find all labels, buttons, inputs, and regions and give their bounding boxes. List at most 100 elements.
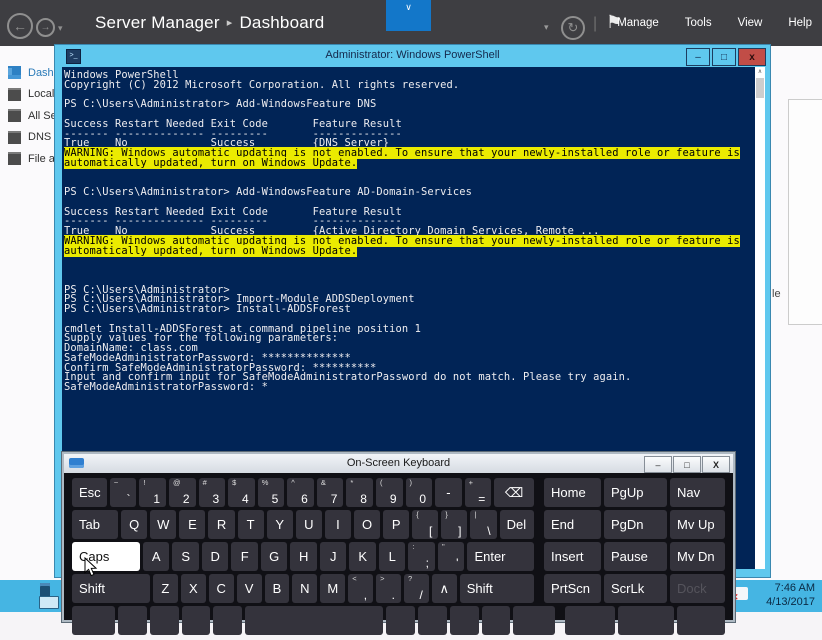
menu-manage[interactable]: Manage bbox=[617, 17, 659, 29]
key-P[interactable]: P bbox=[383, 510, 409, 539]
key-E[interactable]: E bbox=[179, 510, 205, 539]
key-Enter[interactable]: Enter bbox=[467, 542, 534, 571]
key-L[interactable]: L bbox=[379, 542, 406, 571]
key-Mv Dn[interactable]: Mv Dn bbox=[670, 542, 725, 571]
key-H[interactable]: H bbox=[290, 542, 317, 571]
key-,[interactable]: <, bbox=[348, 574, 373, 603]
key-9[interactable]: (9 bbox=[376, 478, 403, 507]
key-V[interactable]: V bbox=[237, 574, 262, 603]
key-M[interactable]: M bbox=[320, 574, 345, 603]
key-S[interactable]: S bbox=[172, 542, 199, 571]
key-[[interactable]: {[ bbox=[412, 510, 438, 539]
key-PrtScn[interactable]: PrtScn bbox=[544, 574, 601, 603]
key-0[interactable]: )0 bbox=[406, 478, 433, 507]
key-6[interactable]: ^6 bbox=[287, 478, 314, 507]
key-K[interactable]: K bbox=[349, 542, 376, 571]
key-Dock[interactable]: Dock bbox=[670, 574, 725, 603]
caps-key[interactable]: Caps bbox=[72, 542, 140, 571]
menu-view[interactable]: View bbox=[738, 17, 763, 29]
key-W[interactable]: W bbox=[150, 510, 176, 539]
up-arrow-key[interactable]: ∧ bbox=[432, 574, 457, 603]
key-ScrLk[interactable]: ScrLk bbox=[604, 574, 667, 603]
notifications-caret-icon[interactable]: ▾ bbox=[544, 22, 549, 33]
menu-tools[interactable]: Tools bbox=[685, 17, 712, 29]
key-Del[interactable]: Del bbox=[500, 510, 534, 539]
breadcrumb-root[interactable]: Server Manager bbox=[95, 13, 220, 32]
key-/[interactable]: ?/ bbox=[404, 574, 429, 603]
backspace-key[interactable]: ⌫ bbox=[494, 478, 534, 507]
key-blank[interactable] bbox=[182, 606, 211, 635]
menu-help[interactable]: Help bbox=[788, 17, 812, 29]
key-blank[interactable] bbox=[450, 606, 479, 635]
key-blank[interactable] bbox=[213, 606, 242, 635]
key-Shift[interactable]: Shift bbox=[72, 574, 150, 603]
key-F[interactable]: F bbox=[231, 542, 258, 571]
key-Tab[interactable]: Tab bbox=[72, 510, 118, 539]
key-End[interactable]: End bbox=[544, 510, 601, 539]
key--[interactable]: - bbox=[435, 478, 462, 507]
key-Home[interactable]: Home bbox=[544, 478, 601, 507]
key-C[interactable]: C bbox=[209, 574, 234, 603]
key-Q[interactable]: Q bbox=[121, 510, 147, 539]
key-I[interactable]: I bbox=[325, 510, 351, 539]
key-Z[interactable]: Z bbox=[153, 574, 178, 603]
minimize-button[interactable]: – bbox=[686, 48, 710, 66]
key-8[interactable]: *8 bbox=[346, 478, 373, 507]
powershell-titlebar[interactable]: >_ Administrator: Windows PowerShell – □… bbox=[55, 45, 770, 67]
key-T[interactable]: T bbox=[238, 510, 264, 539]
key-.[interactable]: >. bbox=[376, 574, 401, 603]
key-blank[interactable] bbox=[513, 606, 555, 635]
key-5[interactable]: %5 bbox=[258, 478, 285, 507]
key-Esc[interactable]: Esc bbox=[72, 478, 107, 507]
key-Mv Up[interactable]: Mv Up bbox=[670, 510, 725, 539]
nav-history-caret-icon[interactable]: ▾ bbox=[58, 23, 63, 34]
key-blank[interactable] bbox=[482, 606, 511, 635]
key-Shift[interactable]: Shift bbox=[460, 574, 534, 603]
key-4[interactable]: $4 bbox=[228, 478, 255, 507]
key-'[interactable]: "' bbox=[438, 542, 465, 571]
key-blank[interactable] bbox=[677, 606, 725, 635]
key-3[interactable]: #3 bbox=[199, 478, 226, 507]
key-;[interactable]: :; bbox=[408, 542, 435, 571]
key-U[interactable]: U bbox=[296, 510, 322, 539]
key-G[interactable]: G bbox=[261, 542, 288, 571]
key-blank[interactable] bbox=[618, 606, 674, 635]
key-O[interactable]: O bbox=[354, 510, 380, 539]
key-blank[interactable] bbox=[72, 606, 115, 635]
console-scrollbar[interactable]: ∧ bbox=[755, 67, 765, 569]
key-`[interactable]: ~` bbox=[110, 478, 137, 507]
key-=[interactable]: += bbox=[465, 478, 492, 507]
key-N[interactable]: N bbox=[292, 574, 317, 603]
key-][interactable]: }] bbox=[441, 510, 467, 539]
touch-keyboard-dock-tab[interactable]: ∨ bbox=[386, 0, 431, 31]
key-B[interactable]: B bbox=[265, 574, 290, 603]
notification-area-icon[interactable]: ✕ bbox=[735, 587, 748, 600]
key-R[interactable]: R bbox=[208, 510, 234, 539]
scroll-up-icon[interactable]: ∧ bbox=[755, 67, 765, 77]
maximize-button[interactable]: □ bbox=[712, 48, 736, 66]
server-manager-taskbar-icon[interactable] bbox=[38, 583, 64, 609]
refresh-icon[interactable]: ↻ bbox=[561, 16, 585, 40]
key-Insert[interactable]: Insert bbox=[544, 542, 601, 571]
key-Y[interactable]: Y bbox=[267, 510, 293, 539]
key-blank[interactable] bbox=[118, 606, 147, 635]
key-PgUp[interactable]: PgUp bbox=[604, 478, 667, 507]
maximize-button[interactable]: □ bbox=[673, 456, 701, 473]
back-button[interactable]: ← bbox=[7, 13, 33, 39]
forward-button[interactable]: → bbox=[36, 18, 55, 37]
key-J[interactable]: J bbox=[320, 542, 347, 571]
key-\[interactable]: |\ bbox=[470, 510, 496, 539]
key-Pause[interactable]: Pause bbox=[604, 542, 667, 571]
key-blank[interactable] bbox=[150, 606, 179, 635]
key-2[interactable]: @2 bbox=[169, 478, 196, 507]
key-1[interactable]: !1 bbox=[139, 478, 166, 507]
taskbar-clock[interactable]: 7:46 AM 4/13/2017 bbox=[766, 582, 815, 609]
minimize-button[interactable]: – bbox=[644, 456, 672, 473]
key-blank[interactable] bbox=[386, 606, 415, 635]
key-7[interactable]: &7 bbox=[317, 478, 344, 507]
key-D[interactable]: D bbox=[202, 542, 229, 571]
key-Nav[interactable]: Nav bbox=[670, 478, 725, 507]
key-blank[interactable] bbox=[418, 606, 447, 635]
key-PgDn[interactable]: PgDn bbox=[604, 510, 667, 539]
keyboard-titlebar[interactable]: On-Screen Keyboard – □ X bbox=[64, 454, 733, 473]
